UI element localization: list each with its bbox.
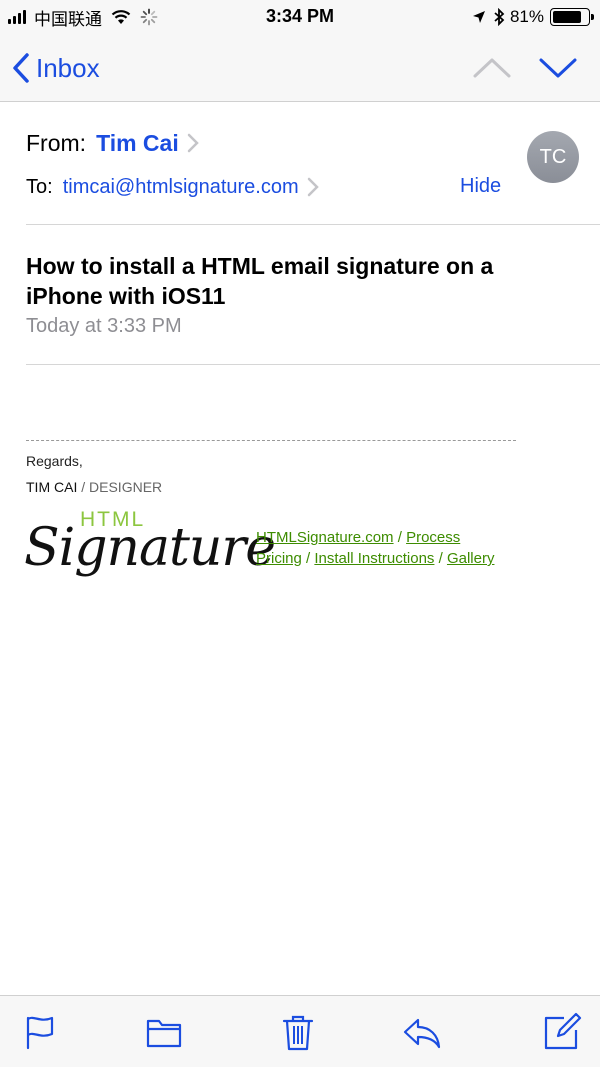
compose-icon[interactable] — [542, 1012, 582, 1052]
folder-icon[interactable] — [144, 1012, 184, 1052]
to-row: To: timcai@htmlsignature.com — [26, 173, 319, 201]
to-label: To: — [26, 175, 53, 198]
bottom-toolbar — [0, 995, 600, 1067]
hide-details-button[interactable]: Hide — [460, 175, 501, 198]
reply-icon[interactable] — [402, 1012, 442, 1052]
logo-signature-text: Signature — [24, 518, 276, 578]
link-separator: / — [301, 550, 315, 567]
link-htmlsignature[interactable]: HTMLSignature.com — [256, 529, 394, 546]
link-separator: / — [393, 529, 407, 546]
recipient-address[interactable]: timcai@htmlsignature.com — [63, 176, 299, 199]
links-row-1: HTMLSignature.com / Process — [256, 527, 494, 548]
message-subject: How to install a HTML email signature on… — [26, 253, 494, 309]
battery-percent: 81% — [509, 7, 544, 26]
message-date: Today at 3:33 PM — [26, 315, 182, 337]
from-label: From: — [26, 129, 87, 156]
header-divider — [26, 224, 600, 225]
signature-role: / DESIGNER — [77, 479, 163, 495]
battery-fill — [553, 11, 581, 23]
trash-icon[interactable] — [278, 1012, 318, 1052]
link-separator: / — [434, 550, 447, 567]
link-install-instructions[interactable]: Install Instructions — [314, 550, 434, 567]
location-arrow-icon — [472, 11, 485, 23]
back-button[interactable]: Inbox — [12, 48, 100, 88]
status-right: 81% — [472, 6, 594, 28]
nav-bar: Inbox — [0, 34, 600, 102]
flag-icon[interactable] — [20, 1012, 60, 1052]
link-gallery[interactable]: Gallery — [447, 550, 495, 567]
links-row-2: Pricing / Install Instructions / Gallery — [256, 548, 494, 569]
signature-name-line: TIM CAI / DESIGNER — [26, 479, 162, 495]
sender-name[interactable]: Tim Cai — [96, 130, 179, 157]
chevron-left-icon — [13, 53, 29, 83]
signature-links: HTMLSignature.com / Process Pricing / In… — [256, 527, 494, 569]
previous-message-button[interactable] — [470, 50, 514, 86]
link-pricing[interactable]: Pricing — [256, 550, 302, 567]
regards-text: Regards, — [26, 453, 83, 469]
link-process[interactable]: Process — [406, 529, 460, 546]
avatar[interactable]: TC — [527, 131, 579, 183]
bluetooth-icon — [494, 8, 505, 26]
status-bar: 中国联通 3:34 PM 81% — [0, 0, 600, 34]
signature-name: TIM CAI — [26, 479, 78, 495]
chevron-right-icon — [307, 177, 319, 197]
html-signature-logo: HTML Signature — [24, 508, 276, 594]
signature-divider — [26, 440, 516, 441]
back-label: Inbox — [36, 52, 100, 83]
from-row: From: Tim Cai — [26, 128, 199, 158]
chevron-right-icon — [187, 133, 199, 153]
battery-icon — [550, 8, 594, 26]
next-message-button[interactable] — [536, 50, 580, 86]
subject-divider — [26, 364, 600, 365]
